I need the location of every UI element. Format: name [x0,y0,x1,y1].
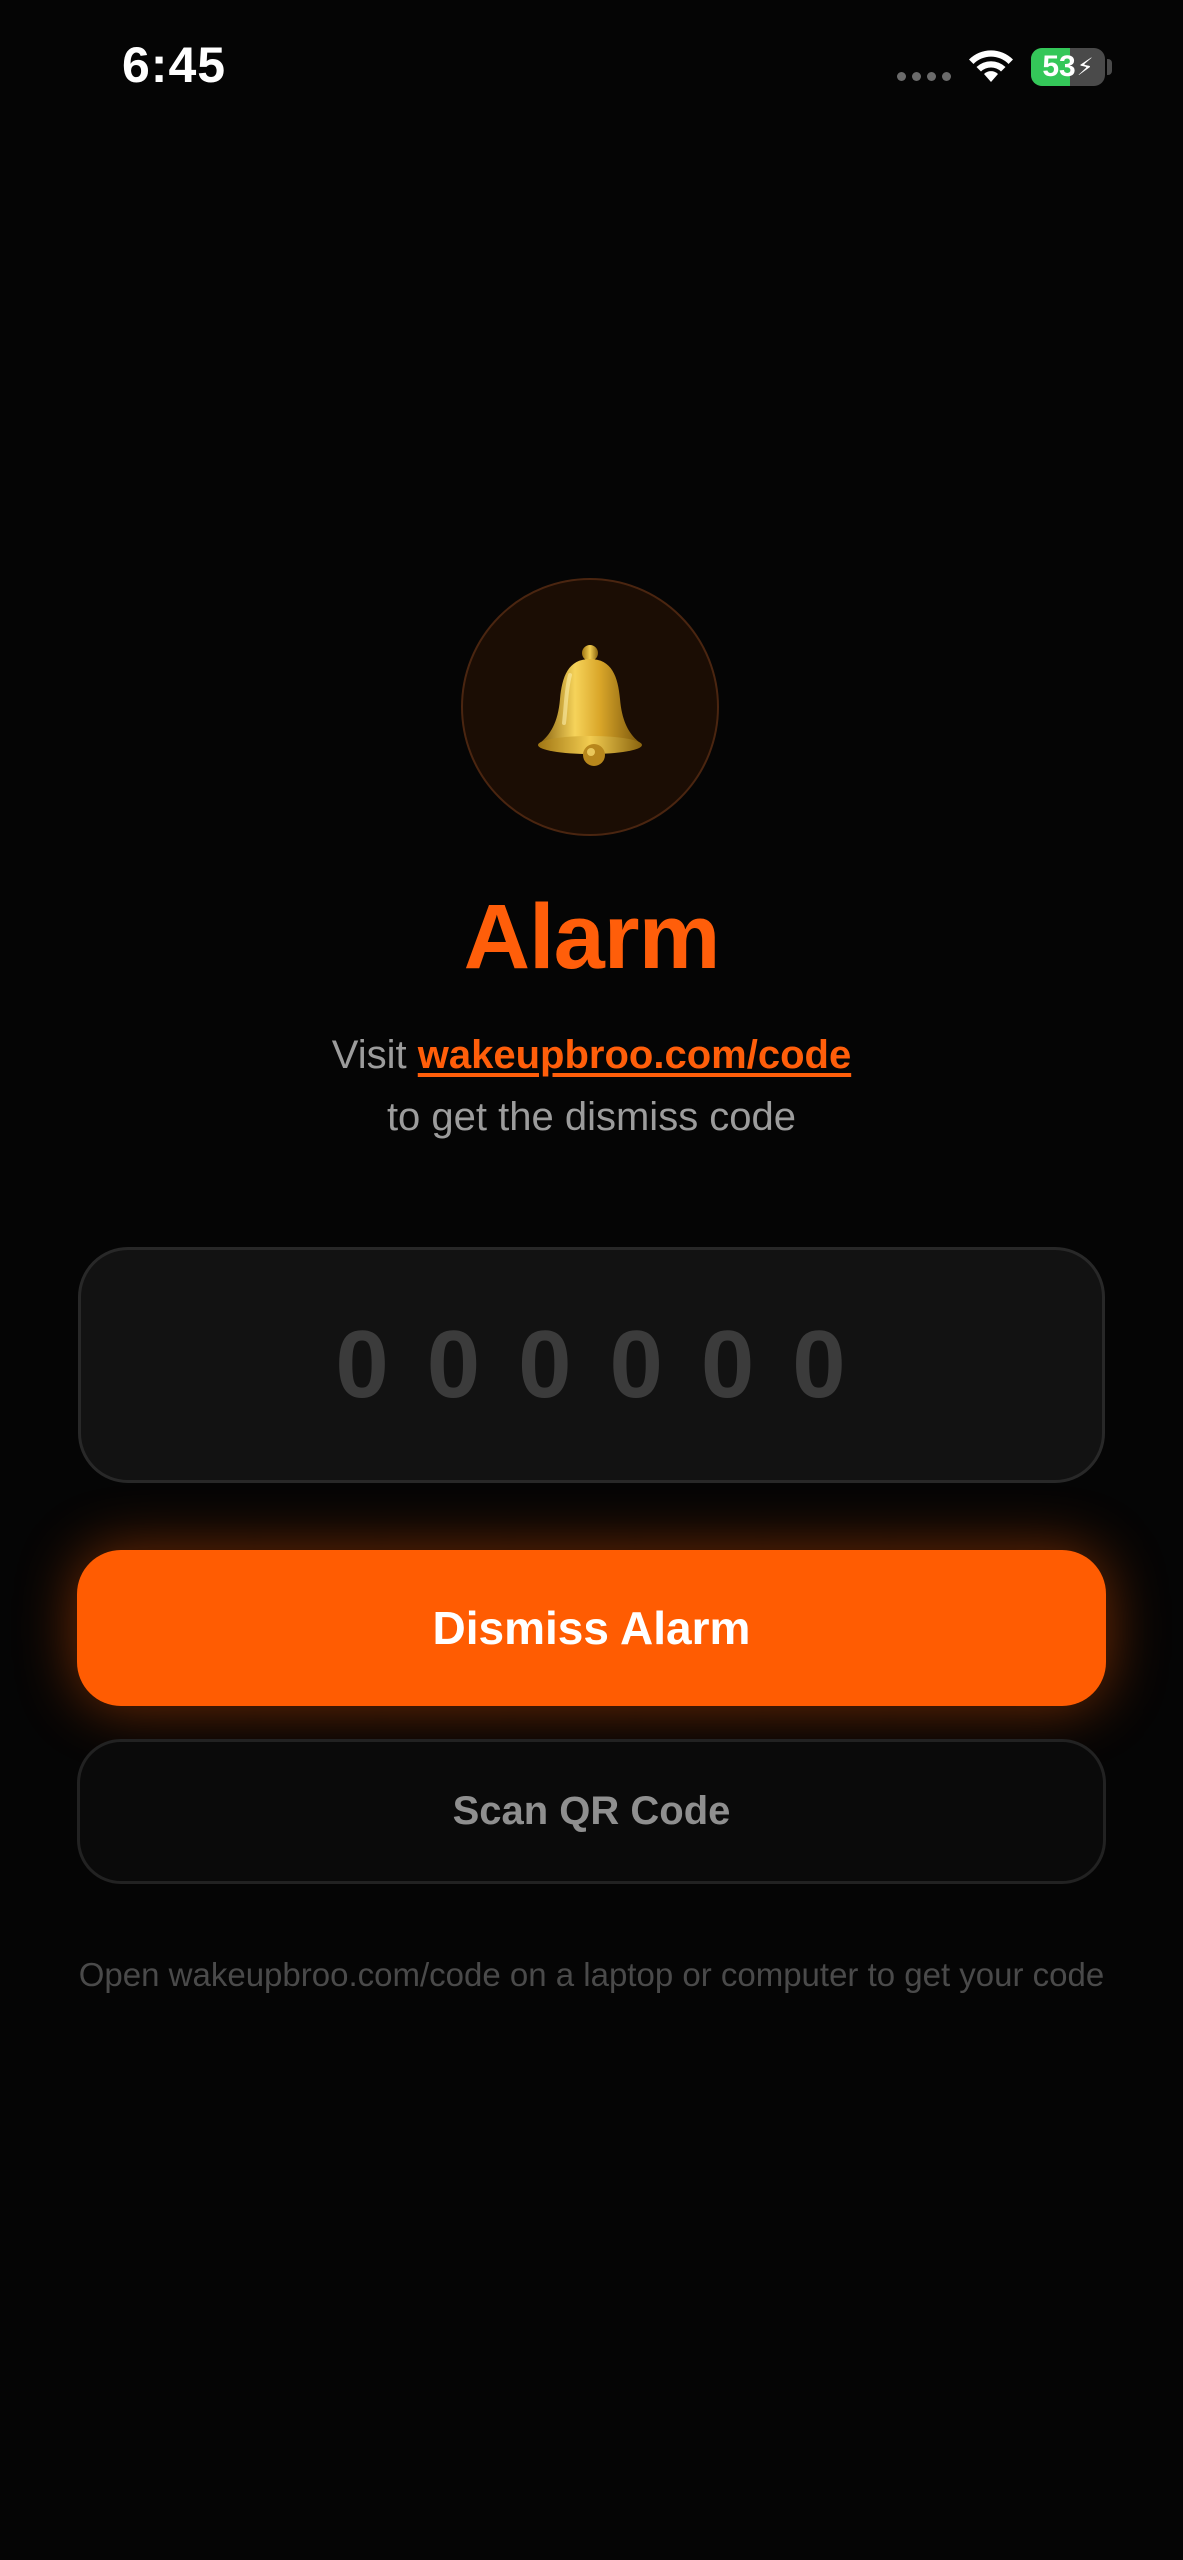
bell-badge [461,578,719,836]
status-bar: 6:45 53 ⚡︎ [0,0,1183,140]
code-site-link[interactable]: wakeupbroo.com/code [418,1033,851,1077]
subtitle-line2: to get the dismiss code [386,1095,797,1139]
wifi-icon [969,50,1013,82]
subtitle-prefix: Visit [331,1033,418,1077]
code-input-box[interactable] [78,1247,1105,1483]
dismiss-code-input[interactable] [81,1309,1102,1421]
scan-qr-code-button[interactable]: Scan QR Code [77,1739,1106,1884]
alarm-title: Alarm [463,886,721,988]
dismiss-alarm-button[interactable]: Dismiss Alarm [77,1550,1106,1706]
status-time: 6:45 [122,37,227,93]
battery-percent: 53 [1042,50,1076,83]
alarm-subtitle: Visit wakeupbroo.com/code to get the dis… [0,1024,1183,1148]
cellular-dots-icon [897,72,951,82]
bell-icon [538,645,642,766]
charging-bolt-icon: ⚡︎ [1076,53,1094,81]
footer-hint: Open wakeupbroo.com/code on a laptop or … [78,1956,1105,1993]
battery-icon: 53 ⚡︎ [1031,48,1105,86]
battery-cap [1107,59,1112,75]
